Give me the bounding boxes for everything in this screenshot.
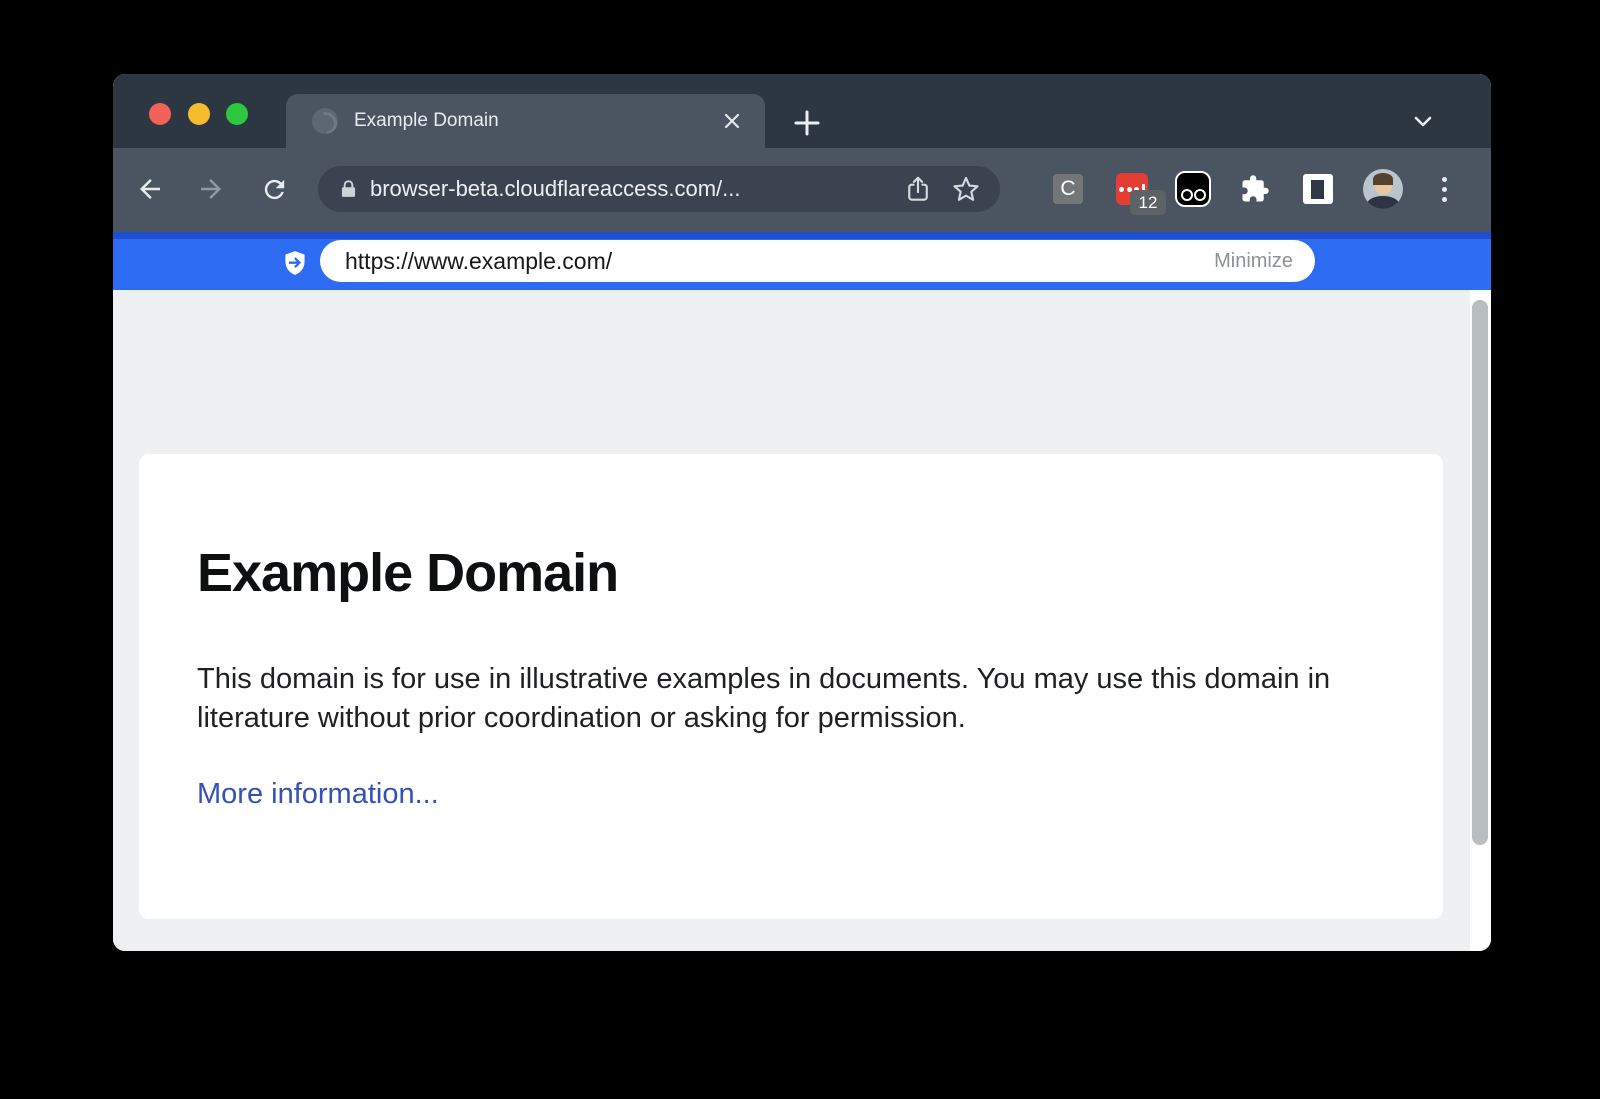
- tab-example-domain[interactable]: Example Domain: [286, 94, 765, 148]
- arrow-right-icon[interactable]: [194, 172, 228, 206]
- shield-arrow-icon: [281, 249, 309, 277]
- fullscreen-window-button[interactable]: [226, 103, 248, 125]
- dot: [1119, 187, 1124, 192]
- avatar-hair: [1373, 173, 1393, 185]
- example-domain-card: Example Domain This domain is for use in…: [139, 454, 1443, 919]
- ring: [1181, 189, 1193, 201]
- page-content: Example Domain This domain is for use in…: [113, 290, 1491, 951]
- notification-badge: 12: [1130, 190, 1166, 215]
- close-icon[interactable]: [721, 110, 743, 132]
- address-bar-url: browser-beta.cloudflareaccess.com/...: [370, 176, 902, 202]
- share-icon[interactable]: [902, 173, 934, 205]
- arrow-left-icon[interactable]: [133, 172, 167, 206]
- lock-icon[interactable]: [338, 178, 359, 200]
- page-title: Example Domain: [197, 542, 1385, 604]
- two-circles-icon[interactable]: [1175, 171, 1211, 207]
- chevron-down-icon[interactable]: [1409, 110, 1437, 134]
- scrollbar-thumb[interactable]: [1472, 300, 1488, 845]
- puzzle-icon[interactable]: [1240, 174, 1270, 204]
- avatar-body: [1367, 196, 1399, 209]
- avatar[interactable]: [1363, 169, 1403, 209]
- close-window-button[interactable]: [149, 103, 171, 125]
- minimize-button[interactable]: Minimize: [1214, 250, 1293, 273]
- extension-c-label: C: [1060, 177, 1075, 201]
- cloudflare-access-bar: https://www.example.com/ Minimize: [113, 232, 1491, 290]
- ring: [1194, 189, 1206, 201]
- remote-url-field[interactable]: https://www.example.com/ Minimize: [320, 240, 1315, 282]
- panel-inner: [1311, 180, 1324, 199]
- refresh-icon[interactable]: [257, 172, 291, 206]
- notification-count: 12: [1139, 193, 1158, 213]
- star-icon[interactable]: [950, 173, 982, 205]
- page-body-text: This domain is for use in illustrative e…: [197, 660, 1357, 738]
- remote-url: https://www.example.com/: [345, 248, 1214, 275]
- plus-icon[interactable]: [792, 108, 822, 138]
- tab-title: Example Domain: [354, 110, 721, 132]
- address-bar[interactable]: browser-beta.cloudflareaccess.com/...: [318, 166, 1000, 212]
- tab-strip: Example Domain: [113, 74, 1491, 148]
- scrollbar-track[interactable]: [1470, 290, 1491, 951]
- more-information-link[interactable]: More information...: [197, 778, 439, 811]
- globe-icon: [312, 108, 338, 134]
- browser-window: Example Domain browser-beta.cloudflareac…: [113, 74, 1491, 951]
- panel-icon[interactable]: [1303, 174, 1333, 204]
- minimize-window-button[interactable]: [188, 103, 210, 125]
- kebab-icon[interactable]: [1439, 174, 1449, 204]
- extension-c-icon[interactable]: C: [1053, 174, 1083, 204]
